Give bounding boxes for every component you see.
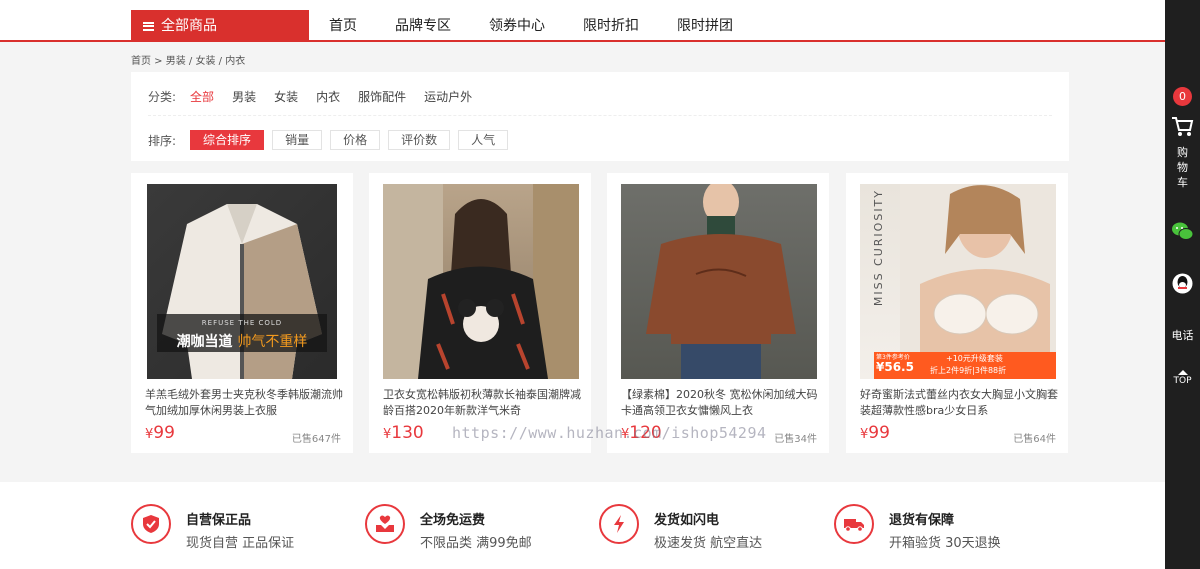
truck-icon: [834, 504, 874, 544]
product-price: ¥130: [383, 423, 424, 443]
up-arrow-icon: [1177, 370, 1188, 375]
service-title: 发货如闪电: [654, 513, 720, 528]
back-to-top-button[interactable]: TOP: [1165, 370, 1200, 386]
nav-link-coupons[interactable]: 领券中心: [470, 10, 564, 42]
right-sidebar: 0 购 物 车 电话 TOP: [1165, 0, 1200, 569]
sweatshirt-illustration: [383, 184, 579, 379]
top-navigation: 全部商品 首页 品牌专区 领券中心 限时折扣 限时拼团: [0, 0, 1165, 42]
breadcrumb[interactable]: 首页 > 男装 / 女装 / 内衣: [131, 52, 245, 67]
product-title[interactable]: 羊羔毛绒外套男士夹克秋冬季韩版潮流帅气加绒加厚休闲男装上衣服: [145, 387, 343, 421]
service-item: 全场免运费不限品类 满99免邮: [365, 504, 532, 551]
service-item: 自营保正品现货自营 正品保证: [131, 504, 294, 551]
sort-default-button[interactable]: 综合排序: [190, 130, 265, 150]
cart-label-char: 车: [1177, 176, 1188, 189]
product-sold-count: 已售34件: [774, 434, 817, 445]
cart-label[interactable]: 购 物 车: [1165, 145, 1200, 190]
product-title[interactable]: 好奇蜜斯法式蕾丝内衣女大胸显小文胸套装超薄款性感bra少女日系: [860, 387, 1058, 421]
service-item: 发货如闪电极速发货 航空直达: [599, 504, 762, 551]
wechat-icon[interactable]: [1171, 220, 1194, 243]
nav-link-discount[interactable]: 限时折扣: [564, 10, 658, 42]
product-title[interactable]: 卫衣女宽松韩版初秋薄款长袖泰国潮牌减龄百搭2020年新款洋气米奇: [383, 387, 581, 421]
product-sold-count: 已售647件: [291, 434, 341, 445]
cart-icon[interactable]: [1171, 115, 1194, 138]
price-value: 99: [868, 423, 890, 443]
product-card[interactable]: 卫衣女宽松韩版初秋薄款长袖泰国潮牌减龄百搭2020年新款洋气米奇 ¥130: [369, 173, 591, 453]
product-price: ¥99: [860, 423, 890, 443]
lingerie-illustration: [874, 184, 1056, 379]
back-to-top-label: TOP: [1173, 376, 1192, 386]
product-image[interactable]: [383, 184, 579, 379]
cart-label-char: 购: [1177, 146, 1188, 159]
all-products-label: 全部商品: [161, 18, 217, 34]
nav-links: 首页 品牌专区 领券中心 限时折扣 限时拼团: [310, 10, 752, 42]
image-caption-main: 潮咖当道 帅气不重样: [147, 331, 337, 351]
category-men[interactable]: 男装: [232, 88, 256, 105]
category-women[interactable]: 女装: [274, 88, 298, 105]
sort-popularity-button[interactable]: 人气: [458, 130, 509, 150]
category-underwear[interactable]: 内衣: [316, 88, 340, 105]
service-item: 退货有保障开箱验货 30天退换: [834, 504, 1001, 551]
menu-icon: [143, 21, 154, 31]
phone-link[interactable]: 电话: [1165, 327, 1200, 343]
product-price: ¥99: [145, 423, 175, 443]
product-card[interactable]: 【绿素棉】2020秋冬 宽松休闲加绒大码 卡通高领卫衣女慵懒风上衣 ¥120 已…: [607, 173, 829, 453]
category-accessories[interactable]: 服饰配件: [358, 88, 406, 105]
category-filter-row: 分类: 全部 男装 女装 内衣 服饰配件 运动户外: [148, 88, 490, 105]
product-image[interactable]: [621, 184, 817, 379]
product-sold-count: 已售64件: [1013, 434, 1056, 445]
product-title[interactable]: 【绿素棉】2020秋冬 宽松休闲加绒大码 卡通高领卫衣女慵懒风上衣: [621, 387, 819, 421]
filter-panel: 分类: 全部 男装 女装 内衣 服饰配件 运动户外 排序: 综合排序 销量 价格…: [131, 72, 1069, 161]
qq-icon[interactable]: [1171, 272, 1194, 295]
product-image[interactable]: MISS CURIOSITY 第3件参考价 ¥56.5 +10元升级套装 折上2…: [860, 184, 1056, 379]
service-guarantees: 自营保正品现货自营 正品保证 全场免运费不限品类 满99免邮 发货如闪电极速发货…: [0, 482, 1165, 569]
category-all[interactable]: 全部: [190, 88, 214, 105]
nav-link-home[interactable]: 首页: [310, 10, 376, 42]
category-label: 分类:: [148, 90, 177, 104]
nav-link-group-buy[interactable]: 限时拼团: [658, 10, 752, 42]
price-value: 130: [391, 423, 424, 443]
service-title: 全场免运费: [420, 513, 486, 528]
sort-row: 排序: 综合排序 销量 价格 评价数 人气: [148, 130, 516, 150]
service-desc: 极速发货 航空直达: [654, 536, 763, 551]
sort-reviews-button[interactable]: 评价数: [388, 130, 451, 150]
filter-divider: [148, 115, 1052, 116]
service-desc: 不限品类 满99免邮: [420, 536, 532, 551]
brand-vertical-text: MISS CURIOSITY: [872, 189, 885, 307]
sort-sales-button[interactable]: 销量: [272, 130, 323, 150]
promo-tag-discount: 折上2件9折|3件88折: [930, 366, 1007, 375]
promo-tag-upgrade: +10元升级套装: [946, 354, 1003, 363]
product-image[interactable]: REFUSE THE COLD 潮咖当道 帅气不重样: [147, 184, 337, 379]
price-value: 99: [153, 423, 175, 443]
product-card[interactable]: REFUSE THE COLD 潮咖当道 帅气不重样 羊羔毛绒外套男士夹克秋冬季…: [131, 173, 353, 453]
product-card[interactable]: MISS CURIOSITY 第3件参考价 ¥56.5 +10元升级套装 折上2…: [846, 173, 1068, 453]
cart-label-char: 物: [1177, 161, 1188, 174]
service-title: 自营保正品: [186, 513, 252, 528]
image-caption-orange: 帅气不重样: [237, 334, 308, 350]
image-caption-white: 潮咖当道: [176, 334, 233, 350]
sort-price-button[interactable]: 价格: [330, 130, 381, 150]
cart-count-badge: 0: [1173, 87, 1192, 106]
nav-link-brands[interactable]: 品牌专区: [376, 10, 470, 42]
watermark-url: https://www.huzhan.com/ishop54294: [452, 424, 767, 442]
sort-label: 排序:: [148, 133, 177, 148]
service-desc: 开箱验货 30天退换: [889, 536, 1001, 551]
product-grid: REFUSE THE COLD 潮咖当道 帅气不重样 羊羔毛绒外套男士夹克秋冬季…: [131, 173, 1069, 453]
promo-price-value: 56.5: [884, 360, 914, 374]
service-desc: 现货自营 正品保证: [186, 536, 295, 551]
promo-price: ¥56.5: [876, 360, 914, 374]
lightning-icon: [599, 504, 639, 544]
category-outdoor[interactable]: 运动户外: [424, 88, 472, 105]
hoodie-illustration: [646, 184, 796, 379]
shield-icon: [131, 504, 171, 544]
all-products-menu[interactable]: 全部商品: [131, 10, 309, 42]
hands-icon: [365, 504, 405, 544]
service-title: 退货有保障: [889, 513, 955, 528]
image-caption-top: REFUSE THE COLD: [201, 319, 283, 327]
